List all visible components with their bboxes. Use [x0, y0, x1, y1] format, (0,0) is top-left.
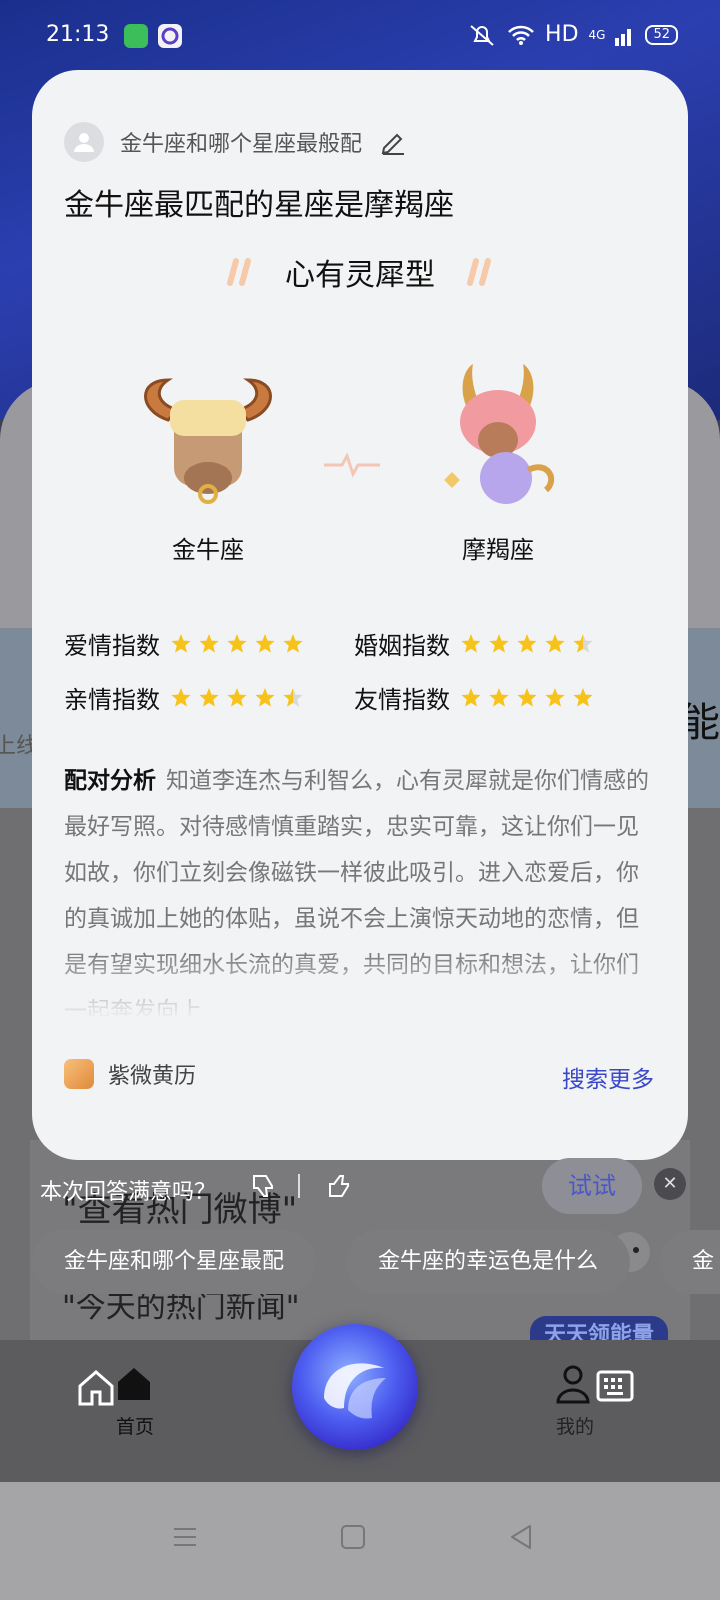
star-icon	[461, 687, 481, 707]
star-icon	[573, 687, 593, 707]
sign-capricorn: 摩羯座	[418, 360, 578, 565]
menu-icon[interactable]	[172, 1524, 198, 1550]
signal-icon	[615, 28, 632, 46]
taurus-mascot-icon	[144, 378, 272, 504]
notification-app-icon	[124, 24, 148, 48]
star-icon	[171, 633, 191, 653]
star-icon	[283, 633, 303, 653]
sign-taurus: 金牛座	[128, 360, 288, 565]
sign-name-left: 金牛座	[172, 536, 244, 564]
nav-me-label[interactable]: 我的	[556, 1412, 594, 1439]
metric-label: 婚姻指数	[354, 632, 450, 660]
suggestion-chip[interactable]: 金牛座的幸运色是什么	[346, 1230, 631, 1294]
signal-type: 4G	[588, 27, 606, 42]
metric-family: 亲情指数	[64, 680, 304, 715]
star-icon	[255, 633, 275, 653]
star-rating	[460, 687, 594, 709]
metric-label: 爱情指数	[64, 632, 160, 660]
status-bar: 21:13 HD 4G 52	[0, 0, 720, 70]
match-type: 心有灵犀型	[285, 258, 435, 293]
feedback-divider	[298, 1174, 300, 1198]
user-query: 金牛座和哪个星座最般配	[120, 132, 363, 157]
calendar-app-icon	[64, 1059, 94, 1089]
query-row: 金牛座和哪个星座最般配	[64, 122, 406, 162]
metric-label: 友情指数	[354, 686, 450, 714]
star-rating	[170, 633, 304, 655]
system-nav-bar	[0, 1482, 720, 1600]
edit-icon[interactable]	[380, 129, 406, 155]
star-icon	[545, 687, 565, 707]
star-icon	[199, 687, 219, 707]
star-icon	[573, 633, 593, 653]
star-icon	[227, 633, 247, 653]
notification-app-icon	[158, 24, 182, 48]
decor-quote-right-icon	[467, 258, 492, 286]
keyboard-icon[interactable]	[596, 1370, 634, 1402]
metric-marriage: 婚姻指数	[354, 626, 594, 661]
star-rating	[170, 687, 304, 709]
home-icon[interactable]	[116, 1366, 152, 1402]
assistant-logo-icon	[324, 1363, 386, 1419]
network-type: HD	[545, 22, 579, 47]
answer-card: 金牛座和哪个星座最般配 金牛座最匹配的星座是摩羯座 心有灵犀型 金牛座 摩羯座 …	[32, 70, 688, 1160]
voice-assistant-button[interactable]	[292, 1324, 418, 1450]
match-type-row: 心有灵犀型	[32, 250, 688, 294]
home-square-icon[interactable]	[340, 1524, 366, 1550]
search-more-link[interactable]: 搜索更多	[562, 1060, 654, 1094]
star-icon	[283, 687, 303, 707]
thumb-down-icon[interactable]	[250, 1172, 278, 1200]
wifi-icon	[508, 25, 534, 45]
feedback-question: 本次回答满意吗？	[40, 1180, 217, 1205]
mute-vibrate-icon	[470, 24, 494, 46]
status-time: 21:13	[46, 22, 110, 47]
star-icon	[517, 633, 537, 653]
star-icon	[489, 687, 509, 707]
user-avatar	[64, 122, 104, 162]
text-fade-overlay	[32, 950, 688, 1020]
star-icon	[171, 687, 191, 707]
profile-icon[interactable]	[556, 1364, 590, 1404]
analysis-heading: 配对分析	[64, 768, 156, 794]
source-name: 紫微黄历	[108, 1064, 197, 1089]
suggestion-chip[interactable]: 金	[660, 1230, 720, 1294]
nav-home-label[interactable]: 首页	[116, 1412, 154, 1439]
star-icon	[489, 633, 509, 653]
metric-label: 亲情指数	[64, 686, 160, 714]
sign-name-right: 摩羯座	[462, 536, 534, 564]
star-icon	[461, 633, 481, 653]
battery-indicator: 52	[645, 24, 678, 45]
capricorn-mascot-icon	[444, 364, 555, 504]
decor-quote-left-icon	[226, 258, 251, 286]
close-button[interactable]: ✕	[654, 1168, 686, 1200]
user-icon	[74, 133, 94, 152]
source-attribution[interactable]: 紫微黄历	[64, 1058, 196, 1090]
suggestion-chip[interactable]: 金牛座和哪个星座最配	[32, 1230, 317, 1294]
home-outline-icon[interactable]	[76, 1368, 116, 1408]
metric-love: 爱情指数	[64, 626, 304, 661]
star-icon	[545, 633, 565, 653]
thumb-up-icon[interactable]	[326, 1172, 354, 1200]
back-icon[interactable]	[508, 1524, 534, 1550]
star-icon	[227, 687, 247, 707]
star-icon	[199, 633, 219, 653]
answer-title: 金牛座最匹配的星座是摩羯座	[64, 188, 454, 223]
heartbeat-icon	[324, 452, 380, 478]
star-icon	[255, 687, 275, 707]
metric-friendship: 友情指数	[354, 680, 594, 715]
star-icon	[517, 687, 537, 707]
try-button[interactable]: 试试	[542, 1158, 642, 1214]
star-rating	[460, 633, 594, 655]
